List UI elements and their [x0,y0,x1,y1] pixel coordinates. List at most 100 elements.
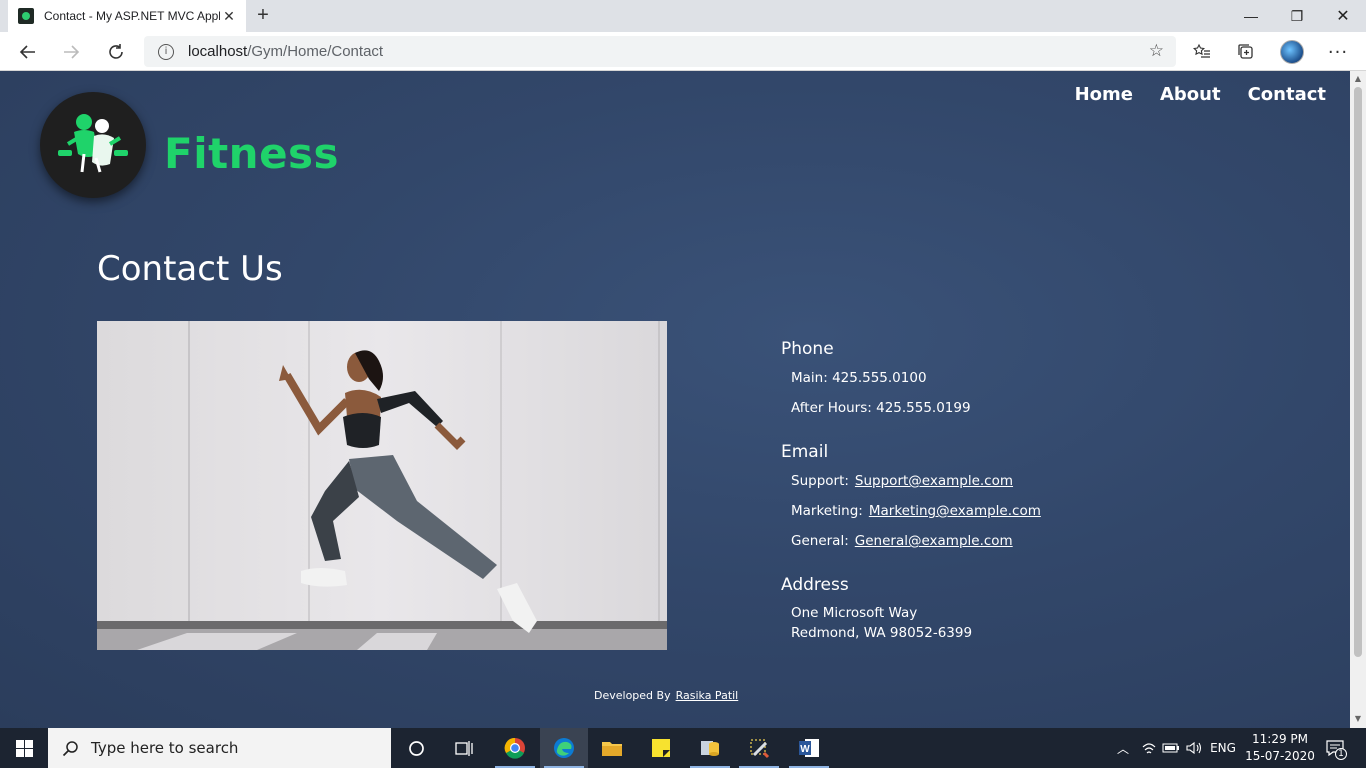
new-tab-button[interactable]: + [252,4,274,26]
minimize-button[interactable]: — [1228,0,1274,32]
support-email-link[interactable]: Support@example.com [855,473,1013,489]
favorite-star-icon[interactable]: ☆ [1149,41,1164,61]
clock-time: 11:29 PM [1252,732,1308,746]
general-email-link[interactable]: General@example.com [855,533,1013,549]
task-view-button[interactable] [440,728,488,768]
url-path: /Gym/Home/Contact [247,43,384,60]
email-heading: Email [781,442,829,462]
cortana-button[interactable] [392,728,440,768]
windows-logo-icon [15,739,33,757]
site-info-icon[interactable]: i [158,43,174,60]
word-icon: W [799,739,819,757]
show-hidden-icons-icon[interactable]: ︿ [1112,728,1134,768]
address-heading: Address [781,575,849,595]
browser-tab[interactable]: Contact - My ASP.NET MVC Application ✕ [8,0,246,32]
clock-date: 15-07-2020 [1245,749,1315,763]
support-email-row: Support: Support@example.com [791,470,1181,500]
general-email-row: General: General@example.com [791,530,1181,560]
close-window-button[interactable]: ✕ [1320,0,1366,32]
system-clock[interactable]: 11:29 PM 15-07-2020 [1240,731,1320,765]
folder-icon [602,742,622,756]
phone-heading: Phone [781,339,834,359]
gym-figures-logo-icon [58,114,128,173]
search-placeholder: Type here to search [91,739,239,757]
avatar [1280,40,1304,64]
file-explorer-app[interactable] [588,728,636,768]
chrome-app[interactable] [491,728,539,768]
general-label: General: [791,533,849,549]
main-phone: Main: 425.555.0100 [791,370,927,386]
tab-close-icon[interactable]: ✕ [220,8,238,25]
more-menu-icon[interactable]: ··· [1322,36,1354,68]
volume-icon[interactable] [1184,728,1206,768]
language-indicator[interactable]: ENG [1208,728,1238,768]
runner-photo [97,321,667,650]
taskbar-search-box[interactable]: Type here to search [48,728,391,768]
back-arrow-icon [19,45,35,59]
refresh-icon [109,44,123,59]
email-section: Email Support: Support@example.com Market… [781,442,1181,560]
site-favicon-icon [18,8,34,24]
search-icon [62,740,78,756]
page-footer: Developed By Rasika Patil [594,689,738,702]
address-bar[interactable]: i localhost/Gym/Home/Contact ☆ [144,36,1176,67]
scroll-up-icon[interactable]: ▲ [1353,74,1363,84]
url-host: localhost [188,43,248,60]
nav-about-link[interactable]: About [1160,84,1221,105]
restore-button[interactable]: ❐ [1274,0,1320,32]
chrome-icon [504,737,525,759]
author-link[interactable]: Rasika Patil [676,689,739,702]
marketing-label: Marketing: [791,503,863,519]
refresh-button[interactable] [100,36,132,68]
network-icon[interactable] [1138,728,1160,768]
start-button[interactable] [0,728,48,768]
top-navigation: Home About Contact [1075,84,1326,105]
after-hours-phone: After Hours: 425.555.0199 [791,400,971,416]
notification-center-icon[interactable]: 1 [1322,728,1348,768]
marketing-email-link[interactable]: Marketing@example.com [869,503,1041,519]
running-woman-image [97,321,667,650]
address-line-2: Redmond, WA 98052-6399 [791,625,973,641]
build-tools-app[interactable] [735,728,783,768]
url-text[interactable]: localhost/Gym/Home/Contact [188,43,383,60]
nav-contact-link[interactable]: Contact [1248,84,1326,105]
scroll-thumb[interactable] [1354,87,1362,657]
contact-info: Phone Main: 425.555.0100 After Hours: 42… [781,339,1041,641]
tab-title: Contact - My ASP.NET MVC Application [44,9,220,23]
page-title: Contact Us [97,249,283,289]
notification-count-badge: 1 [1335,748,1347,760]
marketing-email-row: Marketing: Marketing@example.com [791,500,1181,530]
address-section: Address One Microsoft Way Redmond, WA 98… [781,575,1181,643]
page-viewport: Fitness Home About Contact Contact Us Ph… [0,71,1350,728]
task-view-icon [454,740,473,756]
edge-icon [554,738,574,758]
database-tool-icon [701,741,719,756]
nav-home-link[interactable]: Home [1075,84,1133,105]
visual-studio-app[interactable] [686,728,734,768]
browser-toolbar: i localhost/Gym/Home/Contact ☆ ··· [0,32,1366,71]
profile-avatar[interactable] [1276,36,1308,68]
svg-text:W: W [800,744,810,755]
sticky-notes-app[interactable] [637,728,685,768]
developed-by-label: Developed By [594,689,671,702]
cortana-circle-icon [408,740,424,756]
address-line-1: One Microsoft Way [791,605,918,621]
windows-taskbar: Type here to search W ︿ ENG 11:29 PM 15-… [0,728,1366,768]
back-button[interactable] [12,36,44,68]
phone-section: Phone Main: 425.555.0100 After Hours: 42… [781,339,971,427]
battery-icon[interactable] [1160,728,1182,768]
word-app[interactable]: W [785,728,833,768]
collections-icon[interactable] [1230,36,1262,68]
support-label: Support: [791,473,849,489]
brand-name[interactable]: Fitness [164,129,339,178]
favorites-icon[interactable] [1186,36,1218,68]
scroll-down-icon[interactable]: ▼ [1353,714,1363,724]
tools-icon [750,739,770,759]
fitness-logo[interactable] [40,92,146,198]
forward-button[interactable] [55,36,87,68]
forward-arrow-icon [64,45,80,59]
sticky-note-icon [652,739,670,757]
vertical-scrollbar[interactable]: ▲ ▼ [1350,71,1366,728]
edge-app[interactable] [540,728,588,768]
browser-tab-strip: Contact - My ASP.NET MVC Application ✕ +… [0,0,1366,32]
